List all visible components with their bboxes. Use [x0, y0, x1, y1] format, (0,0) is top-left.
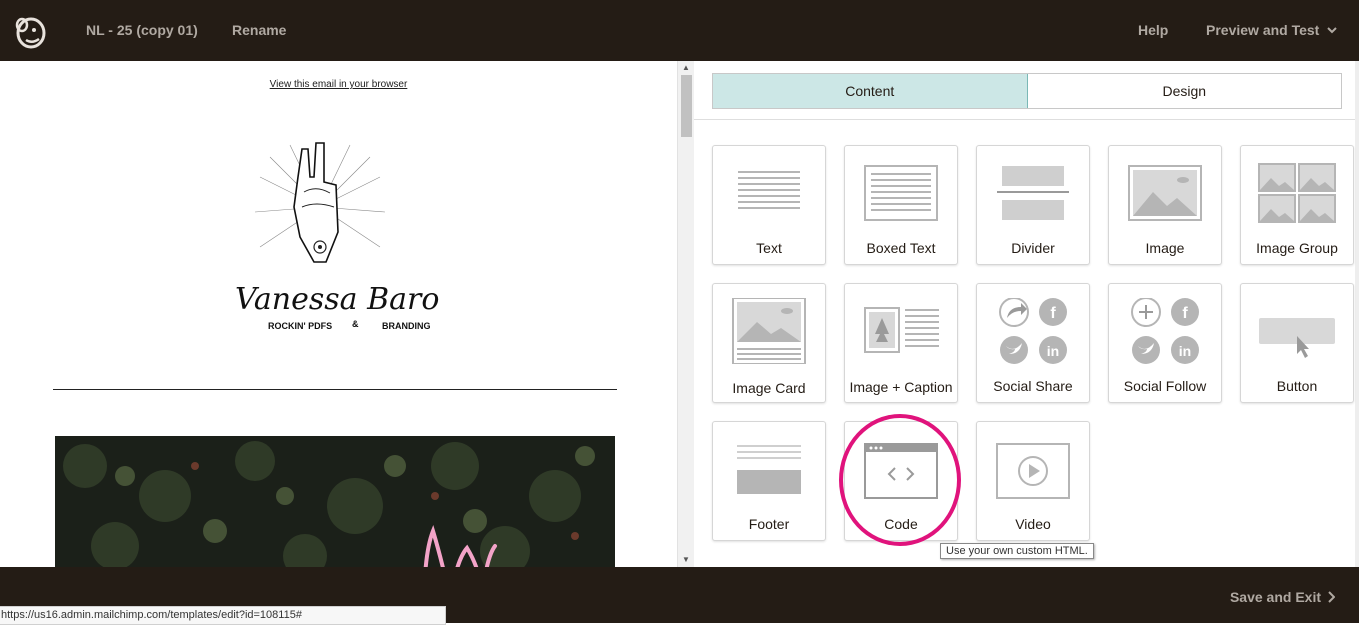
- save-and-exit-button[interactable]: Save and Exit: [1230, 589, 1335, 605]
- social-share-block-icon: f in: [999, 298, 1067, 364]
- tabs-divider: [694, 119, 1359, 120]
- svg-text:f: f: [1050, 305, 1056, 322]
- save-and-exit-label: Save and Exit: [1229, 589, 1321, 605]
- boxed-text-block-icon: [864, 165, 938, 221]
- footer-block-icon: [737, 445, 801, 494]
- block-label: Image + Caption: [849, 379, 953, 395]
- image-block[interactable]: Image: [1108, 145, 1222, 265]
- campaign-name: NL - 25 (copy 01): [86, 22, 198, 38]
- content-panel: Content Design Text Boxed Text Divider I…: [694, 61, 1359, 567]
- svg-text:in: in: [1179, 343, 1191, 359]
- block-label: Divider: [1011, 240, 1055, 256]
- image-card-block[interactable]: Image Card: [712, 283, 826, 403]
- tab-content[interactable]: Content: [713, 74, 1028, 108]
- social-follow-block-icon: f in: [1131, 298, 1199, 364]
- block-label: Image Card: [732, 380, 806, 396]
- social-share-block[interactable]: f in Social Share: [976, 283, 1090, 403]
- text-block-icon: [738, 171, 800, 209]
- block-label: Button: [1276, 378, 1318, 394]
- block-label: Image Group: [1256, 240, 1338, 256]
- panel-scrollbar[interactable]: [1355, 61, 1359, 567]
- scroll-down-arrow-icon[interactable]: ▼: [681, 555, 691, 565]
- brand-name: Vanessa Baron: [235, 282, 440, 317]
- tab-design[interactable]: Design: [1028, 74, 1342, 108]
- chevron-down-icon: [1327, 27, 1338, 34]
- block-label: Social Follow: [1123, 378, 1207, 394]
- brand-tagline-right: BRANDING: [382, 321, 431, 331]
- code-block-tooltip: Use your own custom HTML.: [940, 543, 1094, 559]
- block-label: Footer: [748, 516, 790, 532]
- image-block-icon: [1128, 165, 1202, 221]
- svg-text:in: in: [1047, 343, 1059, 359]
- email-preview: View this email in your browser Vanessa …: [0, 61, 677, 567]
- brand-tagline-left: ROCKIN' PDFS: [268, 321, 332, 331]
- brand-tagline-amp: &: [352, 319, 359, 329]
- image-group-block[interactable]: Image Group: [1240, 145, 1354, 265]
- block-label: Boxed Text: [866, 240, 936, 256]
- boxed-text-block[interactable]: Boxed Text: [844, 145, 958, 265]
- video-block-icon: [996, 443, 1070, 499]
- scroll-up-arrow-icon[interactable]: ▲: [681, 63, 691, 73]
- code-block[interactable]: Code: [844, 421, 958, 541]
- divider-block-icon: [997, 166, 1069, 220]
- block-label: Code: [884, 516, 918, 532]
- text-block[interactable]: Text: [712, 145, 826, 265]
- preview-divider: [53, 389, 617, 390]
- button-block[interactable]: Button: [1240, 283, 1354, 403]
- preview-scrollbar-thumb[interactable]: [681, 75, 692, 137]
- video-block[interactable]: Video: [976, 421, 1090, 541]
- block-label: Video: [1015, 516, 1051, 532]
- divider-block[interactable]: Divider: [976, 145, 1090, 265]
- chevron-right-icon: [1328, 591, 1335, 603]
- block-label: Image: [1145, 240, 1185, 256]
- button-block-icon: [1259, 318, 1335, 358]
- footer-block[interactable]: Footer: [712, 421, 826, 541]
- svg-text:f: f: [1182, 305, 1188, 322]
- image-caption-block[interactable]: Image + Caption: [844, 283, 958, 403]
- rename-link[interactable]: Rename: [232, 22, 286, 38]
- block-label: Text: [756, 240, 782, 256]
- code-block-icon: [864, 443, 938, 499]
- preview-and-test-label: Preview and Test: [1206, 22, 1320, 38]
- social-follow-block[interactable]: f in Social Follow: [1108, 283, 1222, 403]
- help-link[interactable]: Help: [1138, 22, 1168, 38]
- panel-tabs: Content Design: [712, 73, 1342, 109]
- image-group-block-icon: [1258, 163, 1336, 223]
- brand-logo: Vanessa Baron ROCKIN' PDFS & BRANDING: [235, 142, 440, 331]
- image-card-block-icon: [732, 298, 806, 364]
- preview-scrollbar[interactable]: ▲ ▼: [677, 61, 694, 567]
- view-in-browser-link[interactable]: View this email in your browser: [0, 79, 677, 90]
- image-caption-block-icon: [864, 307, 939, 353]
- preview-and-test-menu[interactable]: Preview and Test: [1206, 22, 1338, 38]
- block-label: Social Share: [993, 378, 1073, 394]
- hero-image[interactable]: [55, 436, 615, 567]
- status-bar-url: https://us16.admin.mailchimp.com/templat…: [0, 606, 446, 625]
- top-bar: NL - 25 (copy 01) Rename Help Preview an…: [0, 0, 1359, 61]
- mailchimp-logo-icon[interactable]: [10, 11, 50, 51]
